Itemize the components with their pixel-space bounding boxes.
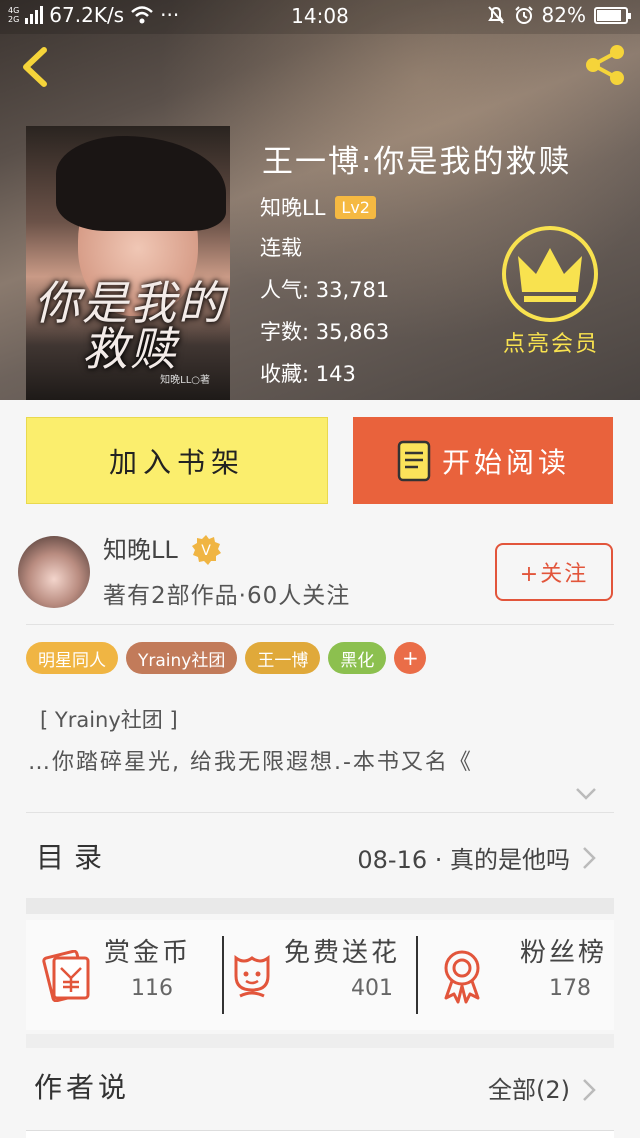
tag[interactable]: 黑化 (328, 642, 387, 674)
tag-list: 明星同人 Yrainy社团 王一博 黑化 + (26, 642, 427, 674)
send-flowers-label: 免费送花 (284, 938, 401, 968)
level-badge: Lv2 (335, 195, 376, 219)
fan-ranking-value: 178 (549, 976, 591, 1001)
author-card-name[interactable]: 知晚LL (103, 530, 178, 565)
follow-button[interactable]: +关注 (495, 543, 613, 601)
intro-line-1: [ Yrainy社团 ] (40, 708, 178, 732)
send-flowers-stat[interactable]: 免费送花 401 (224, 920, 416, 1030)
chevron-down-icon[interactable] (574, 786, 598, 802)
reward-coins-label: 赏金币 (104, 938, 192, 968)
svg-text:V: V (201, 543, 211, 559)
catalog-label: 目录 (36, 841, 113, 874)
author-says-label: 作者说 (34, 1071, 131, 1104)
fan-ranking-label: 粉丝榜 (520, 938, 608, 968)
serial-status: 连载 (260, 236, 302, 260)
tag[interactable]: Yrainy社团 (126, 642, 238, 674)
catalog-row[interactable]: 目录 08-16 · 真的是他吗 (26, 822, 614, 894)
cover-signature: 知晚LL○著 (160, 375, 210, 386)
author-avatar[interactable] (18, 536, 90, 608)
chevron-right-icon (583, 847, 596, 869)
status-right: 82% (486, 3, 631, 27)
chevron-right-icon (583, 1079, 596, 1101)
share-icon[interactable] (582, 42, 628, 88)
author-row: 知晚LL Lv2 (260, 192, 376, 222)
flower-icon (234, 955, 270, 998)
add-to-shelf-button[interactable]: 加入书架 (26, 417, 328, 504)
book-title: 王一博:你是我的救赎 (262, 144, 572, 180)
send-flowers-value: 401 (351, 976, 393, 1001)
cover-title: 你是我的救赎 (34, 276, 226, 376)
cover-hair (56, 136, 226, 231)
book-icon (397, 440, 431, 481)
tag[interactable]: 王一博 (245, 642, 321, 674)
add-tag-button[interactable]: + (394, 642, 427, 674)
author-stats: 著有2部作品·60人关注 (103, 583, 351, 609)
author-says-row[interactable]: 作者说 全部(2) (26, 1052, 614, 1132)
divider (26, 624, 614, 625)
alarm-icon (514, 6, 533, 24)
book-header: 4G 2G 67.2K/s ··· 14:08 82% 你是我的救赎 知晚LL○… (0, 0, 640, 400)
author-name[interactable]: 知晚LL (260, 192, 325, 222)
start-reading-label: 开始阅读 (441, 445, 570, 479)
fan-ranking-stat[interactable]: 粉丝榜 178 (418, 920, 614, 1030)
add-to-shelf-label: 加入书架 (108, 445, 245, 479)
intro-line-2[interactable]: …你踏碎星光, 给我无限遐想.-本书又名《 (28, 744, 618, 776)
book-cover[interactable]: 你是我的救赎 知晚LL○著 (26, 126, 230, 400)
tag[interactable]: 明星同人 (26, 642, 118, 674)
battery-icon (594, 6, 631, 24)
red-envelope-icon (42, 950, 90, 1002)
next-card-peek (26, 1130, 614, 1138)
stats-panel: 赏金币 116 免费送花 401 粉丝榜 178 (26, 920, 614, 1030)
popularity: 人气: 33,781 (260, 278, 390, 302)
word-count: 字数: 35,863 (260, 320, 390, 344)
reward-coins-stat[interactable]: 赏金币 116 (26, 920, 222, 1030)
medal-icon (444, 950, 480, 1004)
battery-percent: 82% (541, 3, 586, 27)
author-says-all: 全部(2) (488, 1076, 570, 1104)
verified-badge-icon: V (192, 535, 221, 565)
favorites-count: 收藏: 143 (260, 362, 356, 386)
divider (26, 812, 614, 813)
latest-chapter: 08-16 · 真的是他吗 (357, 846, 570, 874)
section-gap (26, 898, 614, 914)
crown-icon[interactable] (500, 224, 600, 324)
mute-icon (487, 6, 504, 24)
section-gap (26, 1034, 614, 1048)
start-reading-button[interactable]: 开始阅读 (353, 417, 613, 504)
status-bar: 4G 2G 67.2K/s ··· 14:08 82% (0, 0, 640, 34)
reward-coins-value: 116 (131, 976, 173, 1001)
vip-label[interactable]: 点亮会员 (498, 326, 604, 358)
back-arrow-icon[interactable] (16, 44, 56, 90)
